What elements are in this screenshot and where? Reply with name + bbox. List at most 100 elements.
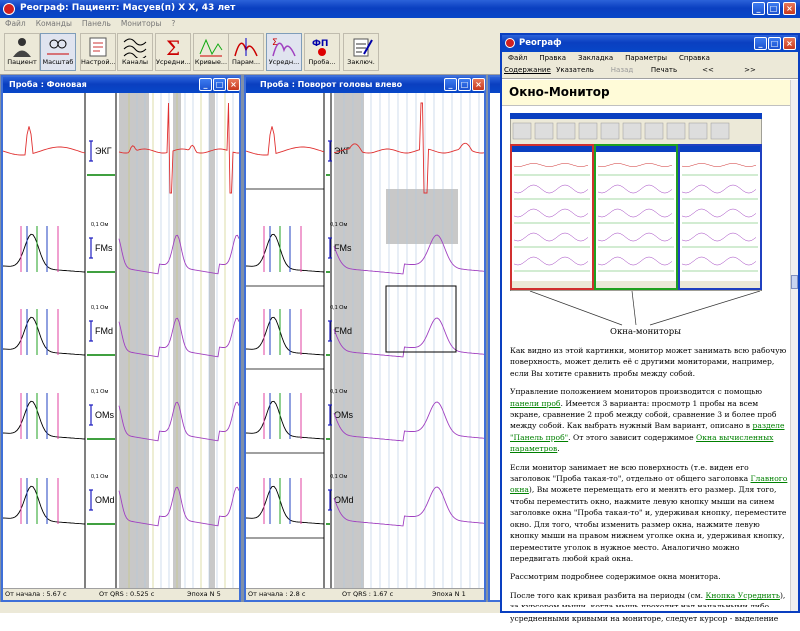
help-maximize-button[interactable]: □ (768, 37, 781, 50)
help-title-bar[interactable]: Реограф _ □ × (502, 35, 798, 52)
left-waveform (3, 126, 86, 156)
grey-interval (209, 93, 215, 588)
toolbar-button-channels[interactable]: Каналы (117, 33, 153, 71)
help-scrollbar[interactable] (790, 80, 798, 611)
monitor-2-plot-area[interactable]: ЭКГ FMs 0,1 Ом FMd 0,1 Ом OMs 0,1 Ом OMd 0,1 Ом (246, 93, 484, 588)
figure-toolbar-button (534, 122, 554, 140)
help-menu-file[interactable]: Файл (502, 52, 533, 64)
toolbar-button-label: Проба... (308, 58, 336, 66)
channel-label: ЭКГ (95, 146, 112, 156)
channel-unit: 0,1 Ом (330, 474, 347, 480)
monitor-2-status-qrs: От QRS : 1.67 с (342, 590, 394, 598)
left-waveform (3, 316, 86, 356)
monitor-2-maximize-button[interactable]: □ (458, 78, 471, 91)
link-panel-probes[interactable]: панели проб (510, 399, 561, 408)
scale-bar (89, 489, 93, 511)
toolbar-button-fp[interactable]: ФП Проба... (304, 33, 340, 71)
channel-unit: 0,1 Ом (91, 474, 108, 480)
monitor-1-title-bar[interactable]: Проба : Фоновая _ □ × (3, 77, 240, 93)
params-icon (233, 36, 259, 58)
left-waveform (246, 485, 325, 525)
help-next-button[interactable]: >> (730, 66, 770, 74)
figure-title-bar (510, 113, 762, 119)
left-waveform (246, 126, 325, 156)
toolbar-button-filter-scale[interactable]: Масштаб (40, 33, 76, 71)
monitor-2-status-bar: От начала : 2.8 с От QRS : 1.67 с Эпоха … (246, 588, 484, 600)
monitor-2-title: Проба : Поворот головы влево (260, 80, 403, 89)
help-back-button[interactable]: Назад (602, 66, 642, 74)
channel-label: FMs (334, 243, 352, 253)
figure-status-bar (596, 281, 676, 288)
fp-icon: ФП (309, 36, 335, 58)
help-contents-button[interactable]: Содержание (504, 66, 551, 74)
toolbar-button-curves[interactable]: Кривые... (193, 33, 229, 71)
sigma-icon: Σ (160, 36, 186, 60)
help-window[interactable]: Реограф _ □ × Файл Правка Закладка Параметр… (500, 33, 800, 623)
monitor-window-2[interactable]: Проба : Поворот головы влево _ □ × ЭКГ FM… (244, 75, 486, 602)
help-title: Реограф (519, 38, 562, 48)
help-paragraph-3: Если монитор занимает не всю поверхность… (510, 462, 788, 563)
help-menu-bookmark[interactable]: Закладка (572, 52, 619, 64)
channel-label: OMs (334, 410, 353, 420)
app-icon (3, 3, 15, 15)
monitor-1-maximize-button[interactable]: □ (213, 78, 226, 91)
minimize-button[interactable]: _ (752, 2, 765, 15)
svg-text:ФП: ФП (312, 39, 328, 49)
help-print-button[interactable]: Печать (644, 66, 684, 74)
help-prev-button[interactable]: << (688, 66, 728, 74)
help-figure-callouts (529, 291, 761, 326)
help-heading-band: Окно-Монитор (502, 80, 790, 106)
toolbar-button-label: Каналы (121, 58, 149, 66)
help-body: Как видно из этой картинки, монитор може… (510, 345, 788, 631)
help-menu-help[interactable]: Справка (673, 52, 716, 64)
menu-panel[interactable]: Панель (77, 18, 116, 30)
monitor-2-status-start: От начала : 2.8 с (248, 590, 306, 598)
toolbar-button-params[interactable]: Парам... (228, 33, 264, 71)
maximize-button[interactable]: □ (767, 2, 780, 15)
monitor-1-plot-area[interactable]: ЭКГ FMs 0,1 Ом FMd 0,1 Ом OMs 0,1 Ом OMd 0,1 Ом (3, 93, 239, 588)
toolbar-button-label: Усредни... (156, 58, 190, 66)
toolbar-button-conclusion[interactable]: Заключ. (343, 33, 379, 71)
channel-unit: 0,1 Ом (91, 222, 108, 228)
monitor-1-close-button[interactable]: × (227, 78, 240, 91)
help-menu-options[interactable]: Параметры (619, 52, 673, 64)
figure-toolbar-button (622, 122, 642, 140)
monitor-window-3-edge[interactable] (488, 75, 500, 602)
toolbar-button-label: Заключ. (347, 58, 375, 66)
menu-commands[interactable]: Команды (31, 18, 77, 30)
menu-help[interactable]: ? (166, 18, 180, 30)
monitor-2-close-button[interactable]: × (472, 78, 485, 91)
monitor-1-minimize-button[interactable]: _ (199, 78, 212, 91)
channel-label: ЭКГ (334, 146, 351, 156)
link-average-button[interactable]: Кнопка Усреднить (705, 591, 780, 600)
toolbar-button-label: Парам... (231, 58, 261, 66)
monitor-2-title-bar[interactable]: Проба : Поворот головы влево _ □ × (246, 77, 485, 93)
patient-icon (9, 36, 35, 58)
figure-toolbar-button (688, 122, 708, 140)
help-paragraph-4: Рассмотрим подробнее содержимое окна мон… (510, 572, 721, 582)
help-minimize-button[interactable]: _ (754, 37, 767, 50)
toolbar-button-settings[interactable]: Настрой... (80, 33, 116, 71)
main-title-bar[interactable]: Реограф: Пациент: Масуев(п) Х Х, 43 лет … (0, 0, 800, 18)
menu-monitors[interactable]: Мониторы (116, 18, 166, 30)
menu-file[interactable]: Файл (0, 18, 31, 30)
averaged-icon: Σ (271, 36, 297, 58)
help-close-button[interactable]: × (783, 37, 796, 50)
toolbar-button-patient[interactable]: Пациент (4, 33, 40, 71)
main-menu: Файл Команды Панель Мониторы? (0, 18, 800, 31)
scale-bar (89, 404, 93, 426)
close-button[interactable]: × (783, 2, 796, 15)
monitor-1-status-epoch: Эпоха N 5 (187, 590, 221, 598)
left-waveform (3, 400, 86, 440)
help-index-button[interactable]: Указатель (552, 66, 598, 74)
grey-interval (386, 189, 458, 244)
help-menu-edit[interactable]: Правка (533, 52, 572, 64)
figure-toolbar-button (578, 122, 598, 140)
monitor-window-1[interactable]: Проба : Фоновая _ □ × ЭКГ FMs 0,1 Ом FMd 0,1… (1, 75, 241, 602)
monitor-2-minimize-button[interactable]: _ (444, 78, 457, 91)
help-scroll-thumb[interactable] (791, 275, 798, 289)
left-waveform (3, 233, 86, 273)
toolbar-button-averaged[interactable]: Σ Усредн... (266, 33, 302, 71)
toolbar-button-sigma[interactable]: Σ Усредни... (155, 33, 191, 71)
help-figure-monitors (510, 113, 762, 291)
